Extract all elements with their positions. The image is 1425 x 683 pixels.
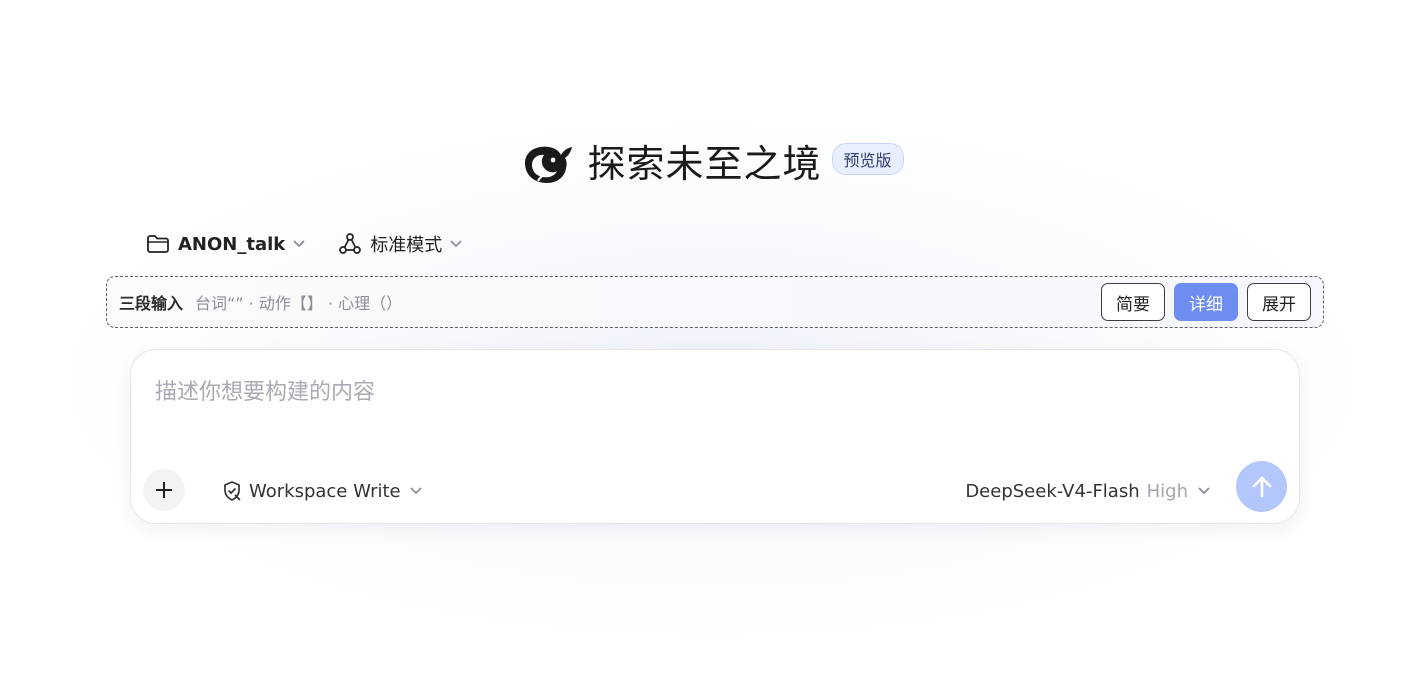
project-label: ANON_talk [178, 233, 286, 255]
nodes-icon [339, 233, 362, 254]
hero-header: 探索未至之境 预览版 [0, 138, 1425, 190]
whale-logo-icon [525, 146, 573, 183]
folder-icon [147, 235, 169, 253]
three-stage-input-bar: 三段输入 台词“” · 动作【】 · 心理（） 简要 详细 展开 [106, 276, 1324, 328]
chevron-down-icon [450, 240, 462, 248]
shield-check-icon [224, 481, 241, 501]
preview-badge: 预览版 [831, 143, 904, 175]
mode-selector[interactable]: 标准模式 [338, 231, 463, 257]
hero-title: 探索未至之境 [587, 142, 822, 186]
model-selector[interactable]: DeepSeek-V4-Flash High [965, 476, 1211, 506]
permission-label: Workspace Write [249, 480, 401, 502]
effort-level: High [1146, 480, 1188, 502]
chevron-down-icon [293, 240, 305, 248]
detailed-button[interactable]: 详细 [1174, 283, 1238, 321]
detail-level-group: 简要 详细 展开 [1101, 283, 1323, 321]
prompt-input[interactable] [155, 372, 1255, 412]
context-toolbar: ANON_talk 标准模式 [146, 228, 495, 260]
chevron-down-icon [410, 487, 422, 495]
mode-label: 标准模式 [370, 235, 443, 256]
plus-icon [156, 482, 172, 498]
three-stage-hint: 台词“” · 动作【】 · 心理（） [195, 294, 403, 313]
three-stage-label: 三段输入 [119, 294, 184, 313]
expand-button[interactable]: 展开 [1247, 283, 1311, 321]
attach-button[interactable] [143, 469, 185, 511]
send-button[interactable] [1236, 461, 1287, 512]
permission-selector[interactable]: Workspace Write [221, 476, 423, 506]
model-name: DeepSeek-V4-Flash [965, 480, 1140, 502]
brief-button[interactable]: 简要 [1101, 283, 1165, 321]
chevron-down-icon [1198, 487, 1210, 495]
composer: Workspace Write DeepSeek-V4-Flash High [130, 349, 1300, 524]
project-selector[interactable]: ANON_talk [146, 234, 306, 255]
arrow-up-icon [1252, 476, 1271, 497]
